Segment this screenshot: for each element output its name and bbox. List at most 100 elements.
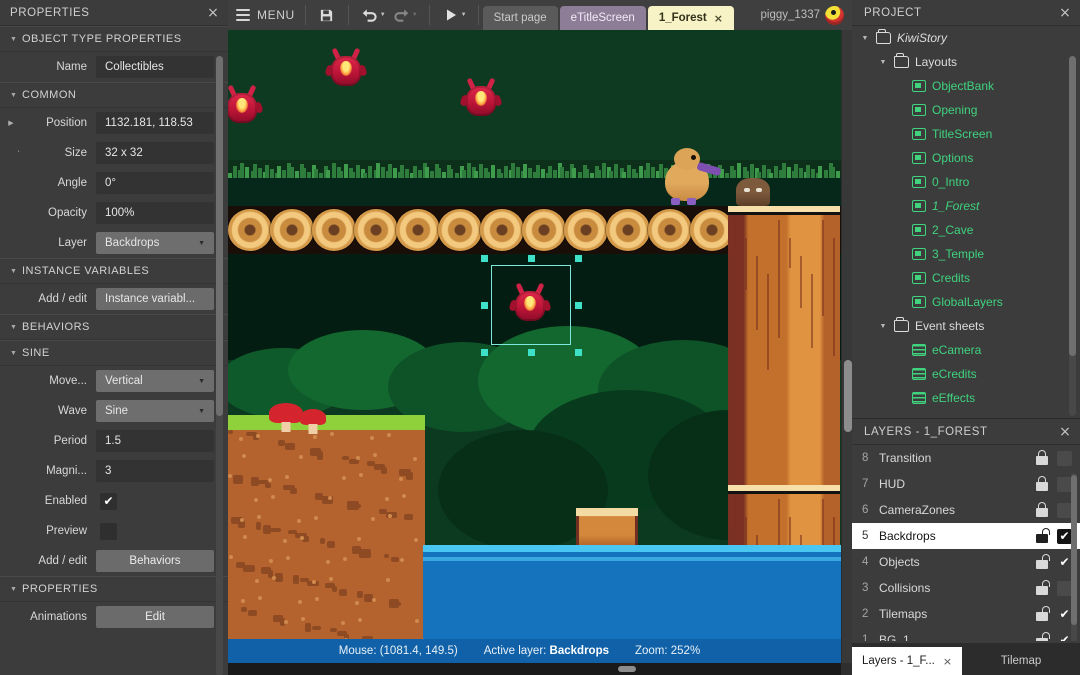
close-icon[interactable]: × bbox=[1056, 423, 1074, 441]
tree-item-1-forest[interactable]: 1_Forest bbox=[852, 194, 1080, 218]
section-properties[interactable]: ▼ PROPERTIES bbox=[0, 576, 228, 602]
collectible-bug[interactable] bbox=[228, 85, 261, 125]
layer-visibility-checkbox[interactable] bbox=[1057, 451, 1072, 466]
collectible-bug[interactable] bbox=[462, 78, 500, 118]
tree-item-opening[interactable]: Opening bbox=[852, 98, 1080, 122]
layer-row-objects[interactable]: 4Objects✔ bbox=[852, 549, 1080, 575]
angle-field[interactable]: 0° bbox=[96, 172, 214, 194]
opacity-field[interactable]: 100% bbox=[96, 202, 214, 224]
tree-item-0-intro[interactable]: 0_Intro bbox=[852, 170, 1080, 194]
name-field[interactable]: Collectibles bbox=[96, 56, 214, 78]
redo-icon[interactable] bbox=[389, 2, 415, 28]
layer-row-backdrops[interactable]: 5Backdrops✔ bbox=[852, 523, 1080, 549]
tree-item-ecredits[interactable]: eCredits bbox=[852, 362, 1080, 386]
chevron-down-icon[interactable]: ▼ bbox=[878, 59, 888, 66]
animations-edit-button[interactable]: Edit bbox=[96, 606, 214, 628]
preview-checkbox[interactable] bbox=[100, 523, 117, 540]
lock-open-icon[interactable] bbox=[1034, 528, 1050, 544]
resize-handle-sw[interactable] bbox=[481, 349, 488, 356]
resize-handle-se[interactable] bbox=[575, 349, 582, 356]
layer-visibility-checkbox[interactable] bbox=[1057, 477, 1072, 492]
movement-dropdown[interactable]: Vertical ▼ bbox=[96, 370, 214, 392]
tree-item-eeffects[interactable]: eEffects bbox=[852, 386, 1080, 410]
save-icon[interactable] bbox=[314, 2, 340, 28]
lock-closed-icon[interactable] bbox=[1034, 476, 1050, 492]
tab-start-page[interactable]: Start page bbox=[483, 6, 558, 30]
layer-visibility-checkbox[interactable] bbox=[1057, 503, 1072, 518]
behaviors-button[interactable]: Behaviors bbox=[96, 550, 214, 572]
selection-box[interactable] bbox=[491, 265, 571, 345]
magnitude-field[interactable]: 3 bbox=[96, 460, 214, 482]
user-account[interactable]: piggy_1337 bbox=[761, 6, 852, 25]
layer-row-collisions[interactable]: 3Collisions bbox=[852, 575, 1080, 601]
viewport-horizontal-scrollbar[interactable] bbox=[228, 663, 841, 675]
size-field[interactable]: 32 x 32 bbox=[96, 142, 214, 164]
tab-1-forest[interactable]: 1_Forest × bbox=[648, 6, 734, 30]
scrollbar-thumb[interactable] bbox=[844, 360, 852, 432]
preview-dropdown-icon[interactable]: ▼ bbox=[461, 12, 467, 18]
tree-item-event-sheets[interactable]: ▼Event sheets bbox=[852, 314, 1080, 338]
period-field[interactable]: 1.5 bbox=[96, 430, 214, 452]
resize-handle-s[interactable] bbox=[528, 349, 535, 356]
menu-button[interactable]: MENU bbox=[228, 6, 305, 24]
scrollbar-thumb[interactable] bbox=[618, 666, 636, 672]
section-common[interactable]: ▼ COMMON bbox=[0, 82, 228, 108]
lock-open-icon[interactable] bbox=[1034, 606, 1050, 622]
collectible-bug[interactable] bbox=[327, 48, 365, 88]
tree-item-3-temple[interactable]: 3_Temple bbox=[852, 242, 1080, 266]
rock-enemy[interactable] bbox=[736, 178, 770, 206]
section-instance-variables[interactable]: ▼ INSTANCE VARIABLES bbox=[0, 258, 228, 284]
layer-visibility-checkbox[interactable]: ✔ bbox=[1057, 607, 1072, 622]
layer-visibility-checkbox[interactable]: ✔ bbox=[1057, 555, 1072, 570]
tab-etitlescreen[interactable]: eTitleScreen bbox=[560, 6, 646, 30]
layer-row-camerazones[interactable]: 6CameraZones bbox=[852, 497, 1080, 523]
chevron-down-icon[interactable]: ▼ bbox=[878, 323, 888, 330]
tree-item-kiwistory[interactable]: ▼KiwiStory bbox=[852, 26, 1080, 50]
layer-row-transition[interactable]: 8Transition bbox=[852, 445, 1080, 471]
lock-closed-icon[interactable] bbox=[1034, 502, 1050, 518]
scrollbar-thumb[interactable] bbox=[1071, 475, 1077, 625]
layer-row-bg_1[interactable]: 1BG_1✔ bbox=[852, 627, 1080, 641]
layer-visibility-checkbox[interactable]: ✔ bbox=[1057, 529, 1072, 544]
tree-item-ecamera[interactable]: eCamera bbox=[852, 338, 1080, 362]
section-object-type-properties[interactable]: ▼ OBJECT TYPE PROPERTIES bbox=[0, 26, 228, 52]
close-icon[interactable]: × bbox=[714, 12, 723, 25]
tree-item-2-cave[interactable]: 2_Cave bbox=[852, 218, 1080, 242]
tree-item-globallayers[interactable]: GlobalLayers bbox=[852, 290, 1080, 314]
avatar[interactable] bbox=[825, 6, 844, 25]
viewport-vertical-scrollbar[interactable] bbox=[841, 30, 852, 663]
undo-dropdown-icon[interactable]: ▼ bbox=[380, 12, 386, 18]
tree-item-titlescreen[interactable]: TitleScreen bbox=[852, 122, 1080, 146]
layout-canvas[interactable] bbox=[228, 30, 841, 663]
section-behaviors[interactable]: ▼ BEHAVIORS bbox=[0, 314, 228, 340]
section-sine[interactable]: ▼ SINE bbox=[0, 340, 228, 366]
resize-handle-n[interactable] bbox=[528, 255, 535, 262]
resize-handle-w[interactable] bbox=[481, 302, 488, 309]
layer-row-tilemaps[interactable]: 2Tilemaps✔ bbox=[852, 601, 1080, 627]
close-icon[interactable]: × bbox=[204, 4, 222, 22]
layout-viewport[interactable]: Mouse: (1081.4, 149.5) Active layer: Bac… bbox=[228, 30, 841, 675]
layer-visibility-checkbox[interactable] bbox=[1057, 581, 1072, 596]
lock-open-icon[interactable] bbox=[1034, 580, 1050, 596]
scrollbar-thumb[interactable] bbox=[1069, 56, 1076, 356]
position-field[interactable]: 1132.181, 118.53 bbox=[96, 112, 214, 134]
scrollbar-thumb[interactable] bbox=[216, 56, 223, 416]
wooden-crate[interactable] bbox=[576, 508, 638, 548]
close-icon[interactable]: × bbox=[943, 655, 952, 668]
instance-variables-button[interactable]: Instance variabl... bbox=[96, 288, 214, 310]
layer-dropdown[interactable]: Backdrops ▼ bbox=[96, 232, 214, 254]
resize-handle-nw[interactable] bbox=[481, 255, 488, 262]
resize-handle-e[interactable] bbox=[575, 302, 582, 309]
enabled-checkbox[interactable]: ✔ bbox=[100, 493, 117, 510]
bottom-tab-layers[interactable]: Layers - 1_F... × bbox=[852, 647, 962, 675]
close-icon[interactable]: × bbox=[1056, 4, 1074, 22]
resize-handle-ne[interactable] bbox=[575, 255, 582, 262]
tree-item-layouts[interactable]: ▼Layouts bbox=[852, 50, 1080, 74]
layers-scrollbar[interactable] bbox=[1071, 473, 1077, 641]
tree-item-credits[interactable]: Credits bbox=[852, 266, 1080, 290]
layer-visibility-checkbox[interactable]: ✔ bbox=[1057, 633, 1072, 642]
tree-item-options[interactable]: Options bbox=[852, 146, 1080, 170]
lock-open-icon[interactable] bbox=[1034, 632, 1050, 641]
lock-open-icon[interactable] bbox=[1034, 554, 1050, 570]
lock-closed-icon[interactable] bbox=[1034, 450, 1050, 466]
